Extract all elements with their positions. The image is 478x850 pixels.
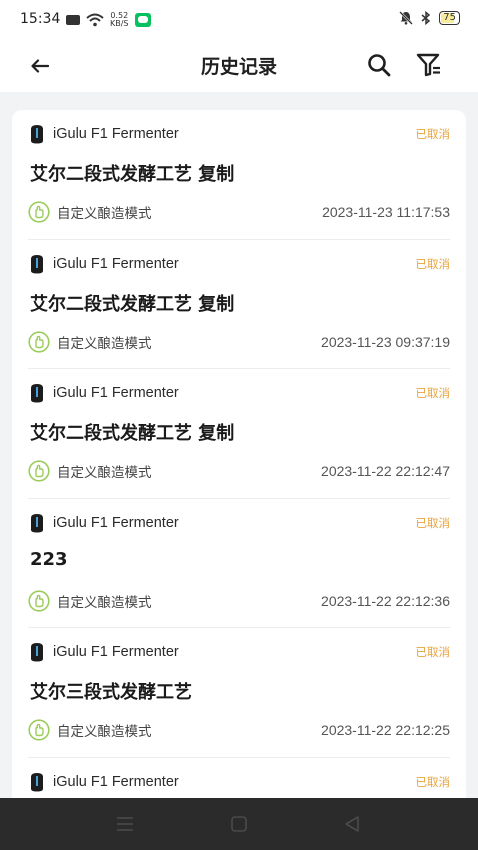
search-icon: [368, 54, 391, 77]
record-status: 已取消: [415, 515, 451, 530]
battery-level: 75: [443, 12, 456, 23]
history-record[interactable]: iGulu F1 Fermenter 已取消艾尔二段式发酵工艺 复制自定义酿造模式…: [28, 240, 451, 369]
record-device: iGulu F1 Fermenter: [28, 124, 179, 144]
record-mode: 自定义酿造模式: [28, 589, 152, 612]
bluetooth-icon: [421, 11, 431, 25]
history-record[interactable]: iGulu F1 Fermenter 已取消艾尔二段式发酵工艺 复制自定义酿造模式…: [28, 110, 450, 240]
record-time: 2023-11-23 11:17:53: [322, 204, 450, 220]
fermenter-device-icon: [31, 384, 43, 403]
mode-label: 自定义酿造模式: [57, 335, 152, 352]
device-name: iGulu F1 Fermenter: [53, 773, 179, 790]
fermenter-device-icon: [31, 513, 43, 532]
mute-icon: [399, 11, 414, 25]
status-icons-right: 75: [399, 11, 460, 25]
record-status: 已取消: [415, 386, 451, 400]
record-device: iGulu F1 Fermenter: [28, 513, 179, 533]
status-time: 15:34: [20, 11, 61, 27]
hand-mode-icon: [28, 719, 50, 741]
record-title: 223: [30, 548, 68, 570]
device-name: iGulu F1 Fermenter: [53, 126, 179, 142]
fermenter-device-icon: [31, 772, 43, 791]
home-button[interactable]: [227, 812, 251, 836]
hand-mode-icon: [28, 201, 50, 223]
record-time: 2023-11-23 09:37:19: [321, 333, 450, 350]
device-name: iGulu F1 Fermenter: [53, 514, 179, 531]
record-status: 已取消: [415, 774, 451, 789]
record-status: 已取消: [415, 256, 451, 271]
record-mode: 自定义酿造模式: [28, 460, 152, 482]
page-title: 历史记录: [200, 56, 277, 78]
history-record[interactable]: iGulu F1 Fermenter 已取消 223 自定义酿造模式 2023-11-2…: [28, 499, 451, 628]
mode-label: 自定义酿造模式: [57, 594, 152, 611]
fermenter-device-icon: [31, 643, 43, 662]
menu-button[interactable]: [113, 812, 137, 836]
triangle-back-icon: [345, 816, 359, 832]
filter-button[interactable]: [412, 48, 446, 82]
history-list: iGulu F1 Fermenter 已取消 艾尔二段式发酵工艺 复制 自定义酿造模式…: [12, 110, 466, 810]
back-nav-button[interactable]: [340, 812, 364, 836]
home-square-icon: [231, 816, 247, 832]
record-device: iGulu F1 Fermenter: [28, 254, 179, 274]
history-record[interactable]: iGulu F1 Fermenter 已取消艾尔三段式发酵工艺自定义酿造模式 202…: [28, 628, 450, 758]
wifi-icon: [86, 13, 104, 27]
hand-mode-icon: [28, 589, 50, 612]
fermenter-device-icon: [31, 125, 43, 144]
record-time: 2023-11-22 22:12:25: [321, 722, 450, 738]
status-icons-left: 0.52 KB/S: [66, 12, 151, 28]
menu-icon: [117, 817, 133, 831]
app-header: 历史记录: [0, 40, 478, 92]
record-device: iGulu F1 Fermenter: [28, 772, 179, 792]
fermenter-device-icon: [31, 254, 43, 273]
device-name: iGulu F1 Fermenter: [53, 644, 179, 660]
status-bar: 15:34 0.52 KB/S 75: [0, 0, 478, 40]
history-record[interactable]: iGulu F1 Fermenter 已取消艾尔二段式发酵工艺 复制自定义酿造模式…: [28, 369, 450, 499]
network-speed-unit: KB/S: [110, 19, 129, 28]
system-nav-bar: [0, 798, 478, 850]
record-time: 2023-11-22 22:12:47: [321, 463, 450, 479]
record-title: 艾尔二段式发酵工艺 复制: [30, 293, 235, 315]
filter-icon: [416, 53, 440, 77]
mode-label: 自定义酿造模式: [57, 465, 152, 481]
record-title: 艾尔三段式发酵工艺: [30, 682, 192, 703]
record-device: iGulu F1 Fermenter: [28, 383, 179, 403]
record-title: 艾尔二段式发酵工艺 复制: [30, 423, 235, 444]
sim-card-icon: [66, 15, 80, 25]
record-mode: 自定义酿造模式: [28, 330, 152, 353]
record-mode: 自定义酿造模式: [28, 719, 152, 741]
mode-label: 自定义酿造模式: [57, 724, 152, 740]
battery-indicator: 75: [439, 11, 460, 25]
mode-label: 自定义酿造模式: [57, 206, 152, 222]
record-mode: 自定义酿造模式: [28, 201, 152, 223]
hand-mode-icon: [28, 460, 50, 482]
record-status: 已取消: [415, 127, 451, 141]
record-status: 已取消: [415, 645, 451, 659]
search-button[interactable]: [362, 48, 396, 82]
hand-mode-icon: [28, 330, 50, 353]
device-name: iGulu F1 Fermenter: [53, 255, 179, 272]
record-device: iGulu F1 Fermenter: [28, 642, 179, 662]
network-speed: 0.52 KB/S: [110, 12, 129, 28]
record-title: 艾尔二段式发酵工艺 复制: [30, 164, 235, 185]
wechat-icon: [134, 13, 151, 27]
record-time: 2023-11-22 22:12:36: [321, 592, 450, 609]
device-name: iGulu F1 Fermenter: [53, 385, 179, 401]
